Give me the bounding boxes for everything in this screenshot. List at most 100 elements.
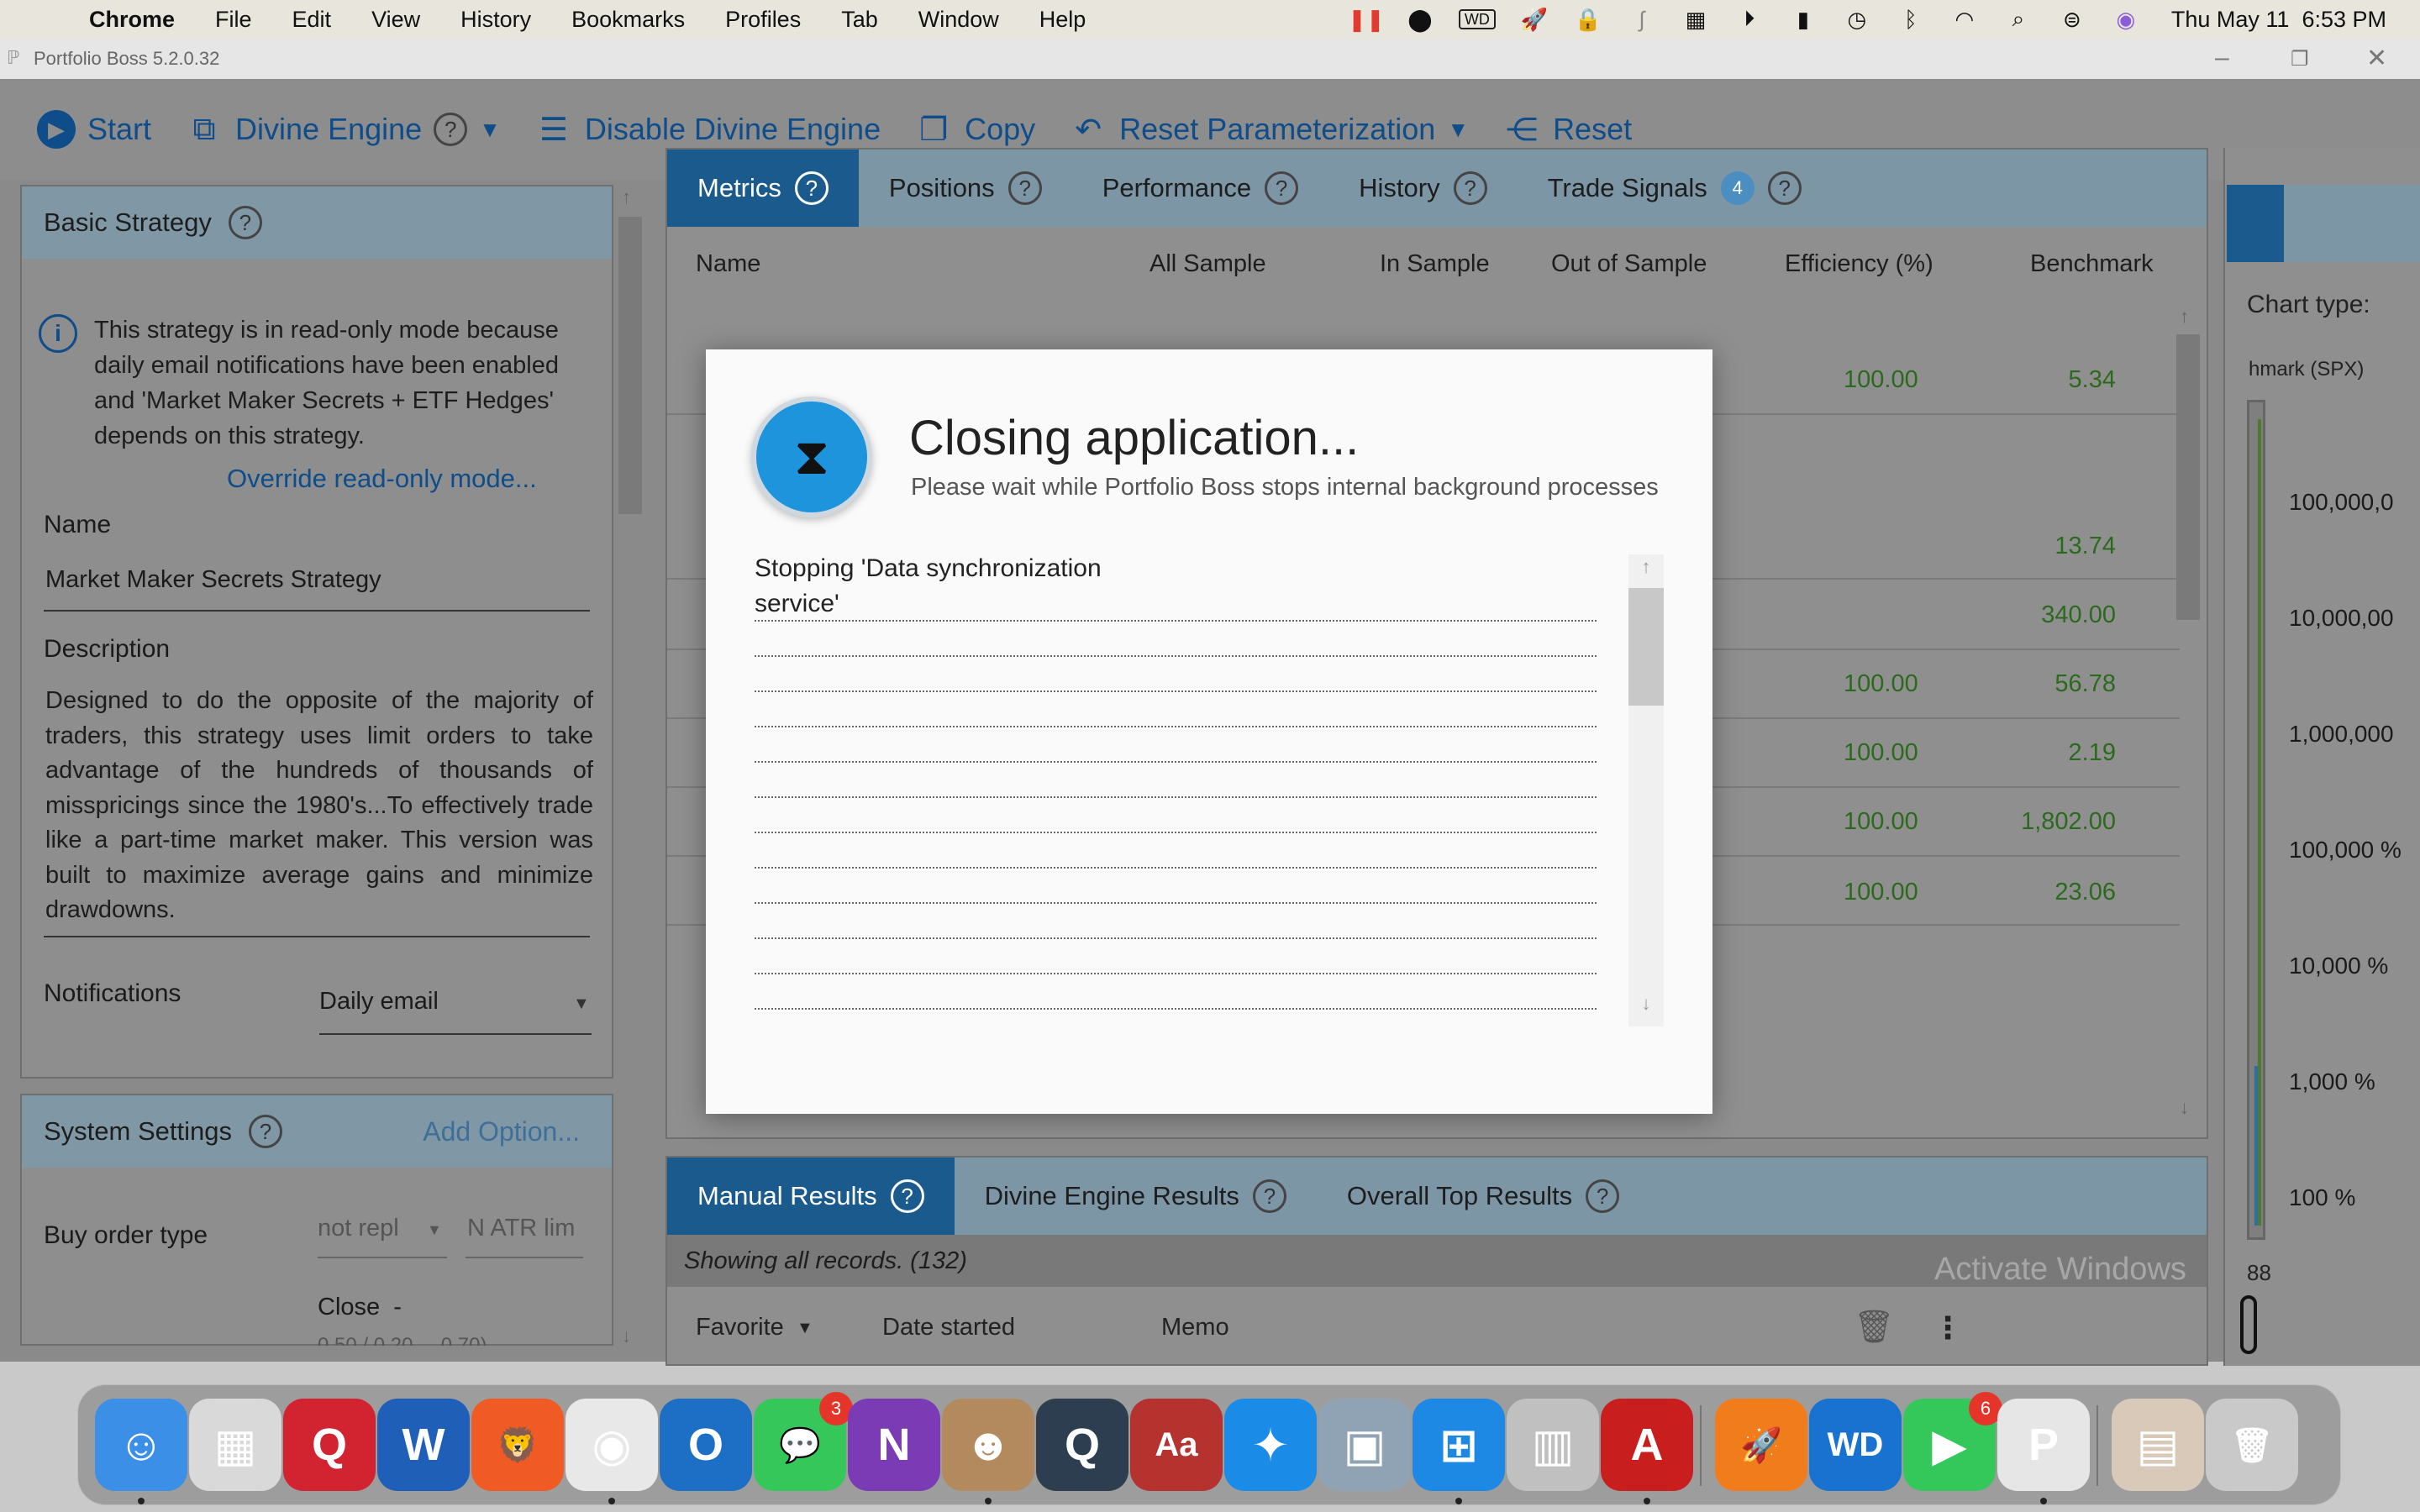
col-memo[interactable]: Memo (1161, 1314, 1229, 1341)
barcode-icon[interactable]: ▦ (1681, 7, 1711, 32)
menu-help[interactable]: Help (1039, 7, 1086, 33)
scroll-up-icon[interactable]: ↑ (2180, 306, 2189, 328)
menu-app-name[interactable]: Chrome (89, 7, 175, 33)
help-icon[interactable]: ? (1252, 1179, 1286, 1213)
dock-acrobat-icon[interactable]: A (1601, 1399, 1693, 1504)
scroll-thumb[interactable] (2176, 334, 2200, 620)
restore-icon[interactable]: ❐ (2291, 47, 2309, 71)
help-icon[interactable]: ? (1265, 171, 1299, 205)
buy-order-type-select[interactable]: not repl (318, 1215, 399, 1242)
col-favorite[interactable]: Favorite (696, 1314, 784, 1341)
disable-divine-engine-button[interactable]: ☰ Disable Divine Engine (534, 110, 881, 149)
minimize-icon[interactable]: – (2215, 44, 2229, 72)
menu-profiles[interactable]: Profiles (725, 7, 801, 33)
tab-trade-signals[interactable]: Trade Signals 4 ? (1518, 150, 1832, 227)
search-icon[interactable]: ⌕ (2003, 6, 2033, 31)
help-icon[interactable]: ? (890, 1179, 924, 1213)
col-benchmark[interactable]: Benchmark (2030, 250, 2154, 278)
help-icon[interactable]: ? (1007, 171, 1042, 205)
dock-quicken-icon[interactable]: Q (283, 1399, 376, 1491)
override-read-only-link[interactable]: Override read-only mode... (227, 464, 537, 494)
help-icon[interactable]: ? (1767, 171, 1802, 205)
bluetooth-icon[interactable]: ᛒ (1896, 7, 1926, 32)
control-center-icon[interactable]: ⊜ (2057, 7, 2087, 32)
col-name[interactable]: Name (696, 250, 760, 278)
menu-window[interactable]: Window (918, 7, 999, 33)
chevron-down-icon[interactable]: ▼ (479, 117, 501, 143)
help-icon[interactable]: ? (1586, 1179, 1620, 1213)
menubar-clock[interactable]: Thu May 11 6:53 PM (2171, 7, 2386, 33)
atr-limit-input[interactable]: N ATR lim (467, 1215, 575, 1242)
dock-chrome-icon[interactable]: ◉ (566, 1399, 658, 1504)
siri-icon[interactable]: ◉ (2111, 7, 2141, 32)
wd-drive-icon[interactable]: WD (1458, 9, 1496, 29)
lock-icon[interactable]: 🔒 (1573, 7, 1603, 32)
rocket-icon[interactable]: 🚀 (1519, 7, 1549, 32)
reset-parameterization-button[interactable]: ↶ Reset Parameterization ▼ (1069, 110, 1469, 149)
pause-icon[interactable]: ❚❚ (1348, 7, 1385, 32)
tab-manual-results[interactable]: Manual Results ? (667, 1158, 955, 1235)
dock-trash-icon[interactable]: 🗑 (2206, 1399, 2298, 1491)
tab-overall-top-results[interactable]: Overall Top Results ? (1317, 1158, 1649, 1235)
menu-view[interactable]: View (371, 7, 420, 33)
copy-button[interactable]: ❐ Copy (914, 110, 1035, 149)
scroll-down-icon[interactable]: ↓ (1628, 993, 1664, 1023)
tab-divine-engine-results[interactable]: Divine Engine Results ? (955, 1158, 1317, 1235)
col-efficiency[interactable]: Efficiency (%) (1785, 250, 1933, 278)
dock-safari-icon[interactable]: ✦ (1224, 1399, 1317, 1491)
help-icon[interactable]: ? (248, 1115, 282, 1148)
dock-portfolio-boss-icon[interactable]: P (1997, 1399, 2090, 1504)
scroll-up-icon[interactable]: ↑ (622, 186, 631, 208)
wifi-icon[interactable]: ◠ (1949, 7, 1980, 32)
menu-history[interactable]: History (460, 7, 531, 33)
sort-arrow-icon[interactable]: ▼ (797, 1319, 813, 1338)
scroll-thumb[interactable] (1628, 588, 1664, 706)
close-icon[interactable]: ✕ (2366, 44, 2387, 73)
dock-downloads-icon[interactable]: ▤ (2112, 1399, 2204, 1491)
chart-tab-active[interactable] (2227, 185, 2284, 262)
time-machine-icon[interactable]: ◷ (1842, 7, 1872, 32)
scroll-down-icon[interactable]: ↓ (622, 1326, 631, 1347)
tab-performance[interactable]: Performance ? (1072, 150, 1328, 227)
menu-tab[interactable]: Tab (841, 7, 878, 33)
scroll-thumb[interactable] (618, 217, 642, 514)
dock-launchpad-icon[interactable]: ▦ (189, 1399, 281, 1491)
app-icon[interactable]: ⬤ (1405, 7, 1435, 32)
dock-onenote-icon[interactable]: N (848, 1399, 940, 1491)
col-all-sample[interactable]: All Sample (1150, 250, 1266, 278)
help-icon[interactable]: ? (1453, 171, 1487, 205)
dock-word-icon[interactable]: W (377, 1399, 470, 1491)
dock-parallels-icon[interactable]: ▥ (1507, 1399, 1599, 1491)
more-options-icon[interactable]: ⋮ (1933, 1310, 1963, 1346)
col-out-of-sample[interactable]: Out of Sample (1551, 250, 1707, 278)
help-icon[interactable]: ? (794, 171, 829, 205)
divine-engine-button[interactable]: ⧉ Divine Engine ? ▼ (185, 110, 501, 149)
description-field[interactable]: Designed to do the opposite of the major… (45, 684, 593, 928)
col-date-started[interactable]: Date started (882, 1314, 1015, 1341)
dropdown-arrow-icon[interactable]: ▼ (427, 1221, 442, 1239)
dock-contacts-icon[interactable]: ☻ (942, 1399, 1034, 1504)
dropdown-arrow-icon[interactable]: ▼ (573, 995, 590, 1014)
dock-quicktime-icon[interactable]: Q (1036, 1399, 1128, 1491)
log-scrollbar[interactable]: ↑ ↓ (1628, 554, 1664, 1026)
menu-bookmarks[interactable]: Bookmarks (571, 7, 685, 33)
help-icon[interactable]: ? (434, 113, 468, 146)
col-in-sample[interactable]: In Sample (1380, 250, 1490, 278)
dock-wd-icon[interactable]: WD (1809, 1399, 1902, 1491)
dock-preview-icon[interactable]: ▣ (1318, 1399, 1411, 1491)
dock-messages-icon[interactable]: 💬 3 (754, 1392, 853, 1491)
start-button[interactable]: ▶ Start (37, 110, 151, 149)
tab-positions[interactable]: Positions ? (859, 150, 1072, 227)
metrics-scrollbar[interactable]: ↑ ↓ (2171, 301, 2205, 1132)
delete-icon[interactable]: 🗑 (1854, 1309, 1894, 1346)
scroll-down-icon[interactable]: ↓ (2180, 1097, 2189, 1119)
dock-outlook-icon[interactable]: O (660, 1399, 752, 1491)
dock-brave-icon[interactable]: 🦁 (471, 1399, 564, 1491)
left-scrollbar[interactable]: ↑ ↓ (613, 185, 647, 1361)
dock-facetime-icon[interactable]: ▶ 6 (1903, 1392, 2002, 1491)
scroll-up-icon[interactable]: ↑ (1628, 556, 1664, 586)
notifications-select[interactable]: Daily email (319, 988, 439, 1016)
chevron-down-icon[interactable]: ▼ (1447, 117, 1469, 143)
play-icon[interactable]: ⏵ (1734, 6, 1765, 31)
dock-rocket-icon[interactable]: 🚀 (1715, 1399, 1807, 1491)
